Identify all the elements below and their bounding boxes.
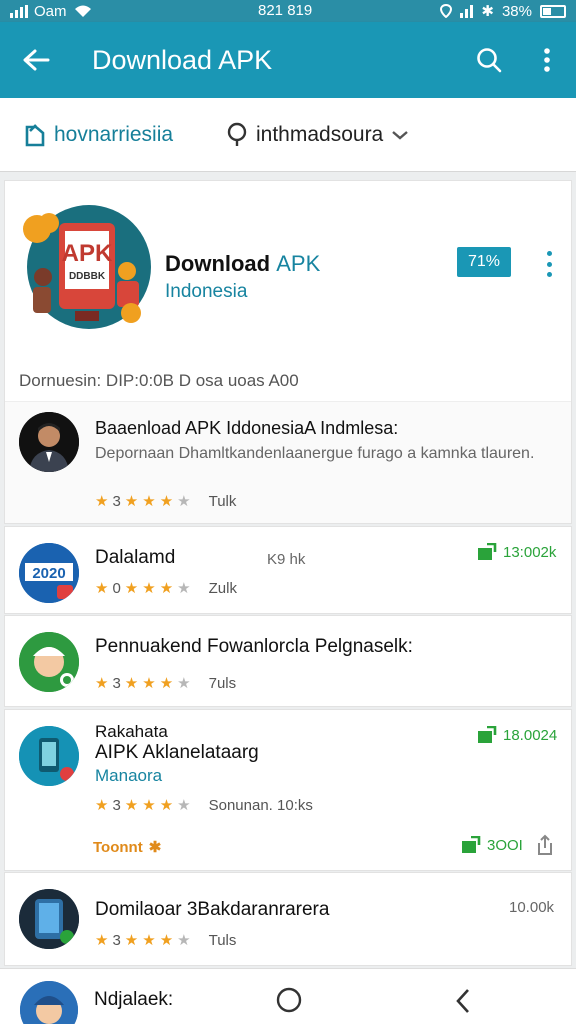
app-title: Download APK (165, 251, 320, 277)
app-title-main: Download (165, 251, 271, 276)
category-filter[interactable]: hovnarriesiia (24, 123, 173, 147)
app-size: 10.00k (509, 899, 555, 916)
star-icon: ★ (124, 493, 139, 510)
triangle-back-icon (456, 989, 469, 1013)
app-bar: Download APK (0, 22, 576, 98)
app-name-line2: AIPK Aklanelataarg (95, 742, 259, 763)
filter-bar: hovnarriesiia inthmadsoura (0, 98, 576, 172)
share-button[interactable] (533, 834, 555, 861)
bookmark-icon (25, 123, 45, 146)
install-count: 3OOI (487, 836, 523, 854)
item-rating: ★ 3 ★ ★ ★ ★ 7uls (95, 674, 237, 693)
rating-count: Zulk (208, 579, 237, 597)
wifi-icon (74, 5, 91, 17)
rating-count: Tuls (208, 931, 237, 949)
app-size: K9 hk (267, 551, 306, 568)
arrow-left-icon (23, 49, 50, 71)
status-bar: Oam 821 819 ✱ 38% (0, 0, 576, 22)
rating-value: 0 (112, 579, 121, 597)
app-name: Ndjalaek: (94, 989, 174, 1010)
battery-percent: 38% (501, 2, 532, 20)
location-icon (440, 4, 453, 18)
carrier-label: Oam (34, 2, 67, 20)
download-button[interactable]: 18.0024 (477, 726, 557, 744)
navigation-bar: Ndjalaek: (0, 968, 576, 1024)
download-count: 18.0024 (503, 726, 558, 744)
avatar (19, 632, 79, 692)
item-rating: ★ 3 ★ ★ ★ ★ Sonunan. 10:ks (95, 796, 313, 815)
featured-app-card[interactable]: APK DDBBK Download APK Indonesia 71% Dor… (4, 180, 572, 524)
star-icon: ★ (159, 493, 174, 510)
search-icon (477, 48, 502, 73)
item-rating: ★ 0 ★ ★ ★ ★ Zulk (95, 579, 237, 598)
share-icon (538, 834, 552, 855)
category-filter-label: hovnarriesiia (54, 122, 174, 146)
download-icon (462, 836, 481, 853)
battery-icon (540, 4, 566, 18)
download-button[interactable]: 13:002k (477, 543, 556, 561)
bluetooth-icon: ✱ (481, 3, 494, 20)
location-pin-icon (227, 122, 247, 146)
rating-count: Sonunan. 10:ks (208, 796, 313, 814)
app-logo-subtext: DDBBK (69, 271, 106, 282)
rating-count: Tulk (208, 492, 237, 510)
location-filter[interactable]: inthmadsoura (226, 122, 409, 148)
app-title-accent: APK (276, 251, 321, 276)
home-button[interactable] (276, 987, 302, 1018)
item-rating: ★ 3 ★ ★ ★ ★ Tuls (95, 931, 237, 950)
download-icon (478, 726, 497, 743)
avatar (19, 889, 79, 949)
avatar (19, 726, 79, 786)
download-count: 13:002k (503, 543, 557, 561)
percent-badge[interactable]: 71% (457, 247, 511, 277)
list-item[interactable]: Pennuakend Fowanlorcla Pelgnaselk: ★ 3 ★ ★… (4, 615, 572, 707)
rating-value: 3 (112, 796, 121, 814)
review-item[interactable]: Baaenload APK IddonesiaA Indmlesa: Depor… (5, 401, 571, 523)
avatar (19, 412, 79, 472)
back-button[interactable] (0, 22, 72, 98)
app-name: Pennuakend Fowanlorcla Pelgnaselk: (95, 636, 413, 657)
list-item[interactable]: Rakahata AIPK Aklanelataarg Manaora 18.0… (4, 709, 572, 871)
install-button[interactable]: 3OOI (461, 836, 523, 854)
list-item[interactable]: 2020 Dalalamd K9 hk 13:002k ★ 0 ★ ★ ★ ★ Zulk (4, 526, 572, 614)
avatar-text: 2020 (32, 565, 65, 582)
app-name: Domilaoar 3Bakdaranrarera (95, 899, 330, 920)
promo-tag-label: Toonnt (93, 838, 143, 856)
card-menu-button[interactable] (537, 247, 561, 281)
signal-icon (10, 4, 28, 18)
star-icon: ★ (142, 493, 156, 510)
nav-back-button[interactable] (454, 987, 472, 1020)
app-name-line1: Rakahata (95, 722, 168, 741)
app-publisher: Manaora (95, 766, 163, 785)
star-icon: ★ (95, 493, 109, 510)
app-meta: Dornuesin: DIP:0:0B D osa uoas A00 (19, 371, 299, 390)
rating-value: 3 (112, 674, 121, 692)
avatar (20, 981, 78, 1024)
star-icon: ✱ (148, 839, 162, 856)
app-logo-text: APK (62, 240, 113, 267)
download-icon (478, 543, 497, 560)
promo-tag[interactable]: Toonnt ✱ (93, 838, 162, 857)
page-title: Download APK (92, 44, 273, 75)
clock: 821 819 (258, 2, 313, 19)
location-filter-label: inthmadsoura (256, 122, 384, 146)
review-body: Depornaan Dhamltkandenlaanergue furago a… (95, 445, 535, 462)
rating-value: 3 (112, 931, 121, 949)
rating-value: 3 (112, 492, 121, 510)
list-item[interactable]: Domilaoar 3Bakdaranrarera 10.00k ★ 3 ★ ★ ★ ★… (4, 872, 572, 966)
chevron-down-icon (392, 130, 409, 140)
overflow-menu-button[interactable] (518, 22, 576, 98)
review-title: Baaenload APK IddonesiaA Indmlesa: (95, 418, 399, 438)
cell-signal-icon (460, 4, 474, 18)
star-empty-icon: ★ (177, 493, 191, 510)
review-rating: ★ 3 ★ ★ ★ ★ Tulk (95, 492, 237, 511)
rating-count: 7uls (208, 674, 237, 692)
app-logo-icon: APK DDBBK (23, 205, 151, 329)
home-circle-icon (276, 987, 302, 1013)
app-name: Dalalamd (95, 547, 176, 568)
avatar: 2020 (19, 543, 79, 603)
more-vert-icon (544, 48, 550, 72)
app-subtitle: Indonesia (165, 281, 248, 302)
search-button[interactable] (460, 22, 518, 98)
